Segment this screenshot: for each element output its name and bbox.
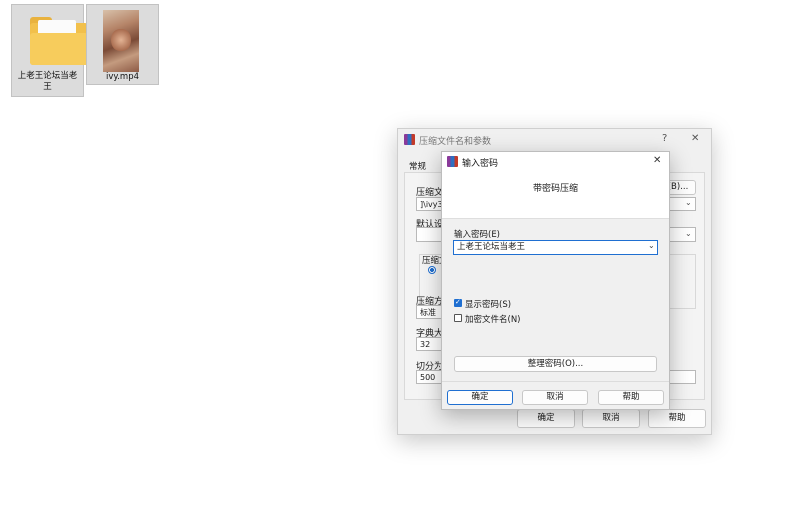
chevron-down-icon[interactable]: ⌄ — [648, 241, 655, 250]
password-dialog-header: 输入密码 ✕ 带密码压缩 — [442, 152, 669, 219]
right-field[interactable] — [666, 370, 696, 384]
checkbox-checked-icon[interactable] — [454, 298, 462, 307]
archive-ok-button[interactable]: 确定 — [517, 409, 575, 428]
winrar-icon — [447, 156, 458, 167]
encrypt-filenames-label: 加密文件名(N) — [465, 315, 521, 325]
password-label: 输入密码(E) — [454, 230, 501, 240]
archive-dialog-title: 压缩文件名和参数 — [419, 137, 492, 147]
password-dialog: 输入密码 ✕ 带密码压缩 输入密码(E) 上老王论坛当老王 ⌄ 显示密码(S) … — [441, 151, 670, 410]
password-dialog-title: 输入密码 — [462, 159, 499, 169]
winrar-icon — [404, 134, 415, 145]
archive-dialog-titlebar: 压缩文件名和参数 ? ✕ — [398, 129, 711, 151]
divider — [442, 381, 669, 382]
video-label: ivy.mp4 — [106, 72, 139, 82]
archive-cancel-button[interactable]: 取消 — [582, 409, 640, 428]
password-dialog-heading: 带密码压缩 — [532, 184, 578, 194]
video-thumbnail-icon — [103, 10, 139, 72]
tab-general[interactable]: 常规 — [409, 160, 426, 172]
close-icon[interactable]: ✕ — [691, 133, 699, 144]
password-cancel-button[interactable]: 取消 — [522, 390, 588, 405]
folder-label-line1: 上老王论坛当老 — [17, 71, 78, 81]
desktop-video-file[interactable]: ivy.mp4 — [86, 4, 159, 85]
password-input[interactable]: 上老王论坛当老王 — [453, 240, 658, 255]
chevron-down-icon[interactable]: ⌄ — [685, 229, 692, 238]
password-ok-button[interactable]: 确定 — [447, 390, 513, 405]
show-password-label: 显示密码(S) — [465, 300, 512, 310]
help-icon[interactable]: ? — [662, 133, 667, 144]
password-help-button[interactable]: 帮助 — [598, 390, 664, 405]
checkbox-unchecked-icon[interactable] — [454, 314, 462, 322]
format-radio-icon[interactable] — [428, 266, 436, 274]
organize-passwords-button[interactable]: 整理密码(O)... — [454, 356, 657, 372]
close-icon[interactable]: ✕ — [653, 155, 661, 166]
folder-label-line2: 王 — [43, 82, 52, 92]
archive-help-button[interactable]: 帮助 — [648, 409, 706, 428]
desktop-folder-icon[interactable]: 上老王论坛当老 王 — [11, 4, 88, 97]
chevron-down-icon[interactable]: ⌄ — [685, 198, 692, 207]
